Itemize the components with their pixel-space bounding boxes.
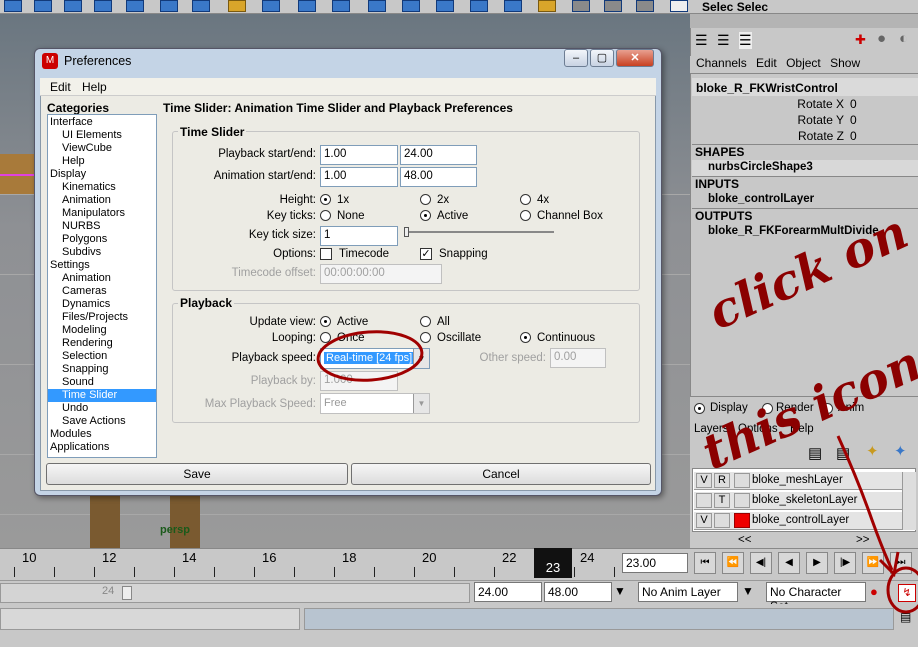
annotation-circle — [316, 330, 424, 382]
annotation-arrow — [836, 435, 894, 571]
annotation-drawing — [316, 330, 918, 614]
